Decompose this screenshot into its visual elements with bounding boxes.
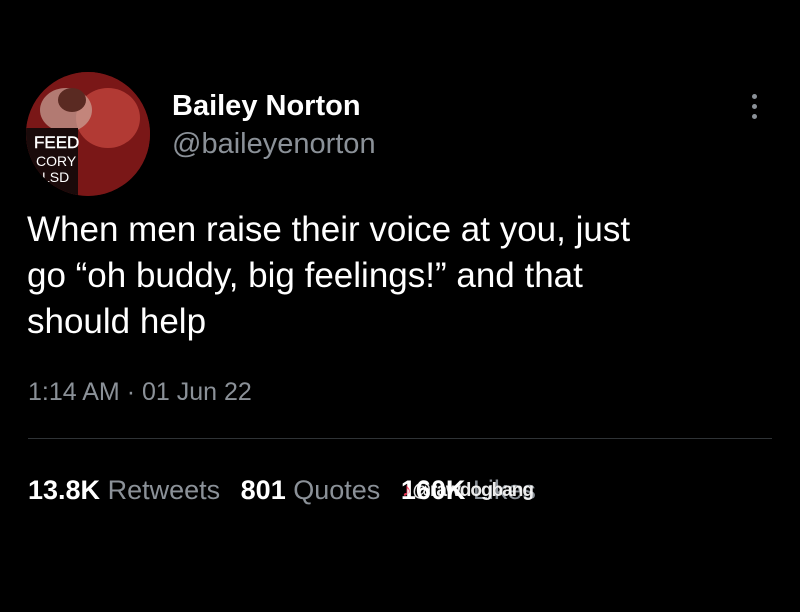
avatar[interactable]: FEED CORY LSD	[26, 72, 150, 196]
avatar-text-line-2: CORY	[36, 153, 77, 169]
more-dot	[751, 93, 757, 99]
quotes-count: 801	[240, 475, 286, 505]
tweet-text-line: should help	[27, 302, 207, 341]
retweets-label: Retweets	[107, 475, 221, 505]
tiktok-watermark: ♪ @rawdogbang	[402, 480, 534, 502]
author-handle[interactable]: @baileyenorton	[172, 126, 376, 162]
avatar-text-line-3: LSD	[42, 169, 69, 185]
tweet-timestamp[interactable]: 1:14 AM · 01 Jun 22	[28, 378, 252, 407]
divider	[28, 438, 772, 439]
more-dot	[751, 103, 757, 109]
tweet-text-line: When men raise their voice at you, just	[27, 210, 631, 249]
author-display-name[interactable]: Bailey Norton	[172, 88, 376, 124]
timestamp-separator: ·	[126, 378, 136, 406]
tweet-text: When men raise their voice at you, just …	[27, 207, 767, 345]
avatar-text-line-1: FEED	[34, 133, 79, 152]
tweet-card: FEED CORY LSD Bailey Norton @baileyenort…	[0, 0, 800, 612]
watermark-text: @rawdogbang	[412, 480, 534, 501]
tweet-text-line: go “oh buddy, big feelings!” and that	[27, 256, 583, 295]
avatar-image: FEED CORY LSD	[26, 72, 150, 196]
retweets-count: 13.8K	[28, 475, 101, 505]
quotes-label: Quotes	[293, 475, 381, 505]
retweets-stat[interactable]: 13.8K Retweets	[28, 475, 220, 506]
more-horizontal-icon[interactable]	[743, 86, 765, 126]
quotes-stat[interactable]: 801 Quotes	[241, 475, 381, 506]
author-info[interactable]: Bailey Norton @baileyenorton	[172, 88, 376, 162]
tweet-date: 01 Jun 22	[141, 378, 252, 406]
more-dot	[751, 113, 757, 119]
tiktok-note-icon: ♪	[402, 480, 411, 501]
tweet-time: 1:14 AM	[28, 378, 120, 406]
